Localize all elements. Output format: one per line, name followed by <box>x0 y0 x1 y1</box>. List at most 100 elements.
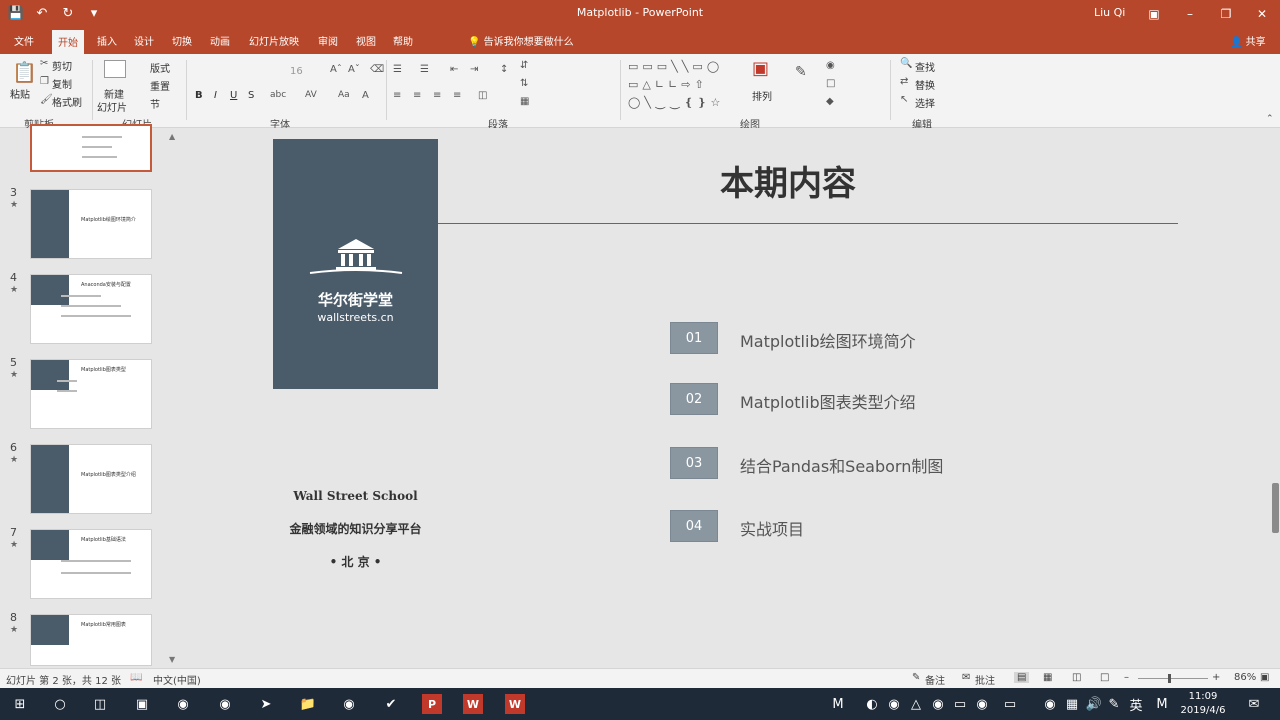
spellcheck-icon[interactable]: 📖 <box>130 672 142 683</box>
line-spacing-icon[interactable]: ↕ <box>500 64 508 75</box>
language-indicator[interactable]: 中文(中国) <box>153 672 201 687</box>
agenda-item-03[interactable]: 结合Pandas和Seaborn制图 <box>740 453 943 477</box>
replace-button[interactable]: 替换 <box>915 77 935 92</box>
tray-icon[interactable]: ◉ <box>972 694 992 714</box>
user-name[interactable]: Liu Qi <box>1094 6 1125 19</box>
text-direction-icon[interactable]: ⇵ <box>520 60 528 71</box>
shapes-gallery-icon[interactable]: ▭▭▭╲╲▭◯ <box>628 60 723 73</box>
align-center-icon[interactable]: ≡ <box>413 90 421 101</box>
taskbar-app-icon[interactable]: ◉ <box>173 694 193 714</box>
paste-button[interactable]: 粘贴 <box>10 86 30 101</box>
cut-button[interactable]: 剪切 <box>52 58 72 73</box>
format-painter-button[interactable]: 格式刷 <box>52 94 82 109</box>
wps-icon[interactable]: W <box>463 694 483 714</box>
tab-home[interactable]: 开始 <box>52 30 84 54</box>
align-right-icon[interactable]: ≡ <box>433 90 441 101</box>
file-explorer-icon[interactable]: 📁 <box>298 694 318 714</box>
chrome-icon[interactable]: ◉ <box>339 694 359 714</box>
slide-thumbnail-2[interactable] <box>30 124 152 172</box>
tray-icon[interactable]: ◉ <box>928 694 948 714</box>
normal-view-icon[interactable]: ▤ <box>1014 672 1030 683</box>
agenda-number-01[interactable]: 01 <box>670 322 718 354</box>
slide-thumbnail-3[interactable]: Matplotlib绘图环境简介 <box>30 189 152 259</box>
copy-button[interactable]: 复制 <box>52 76 72 91</box>
slide-thumbnail-6[interactable]: Matplotlib图表类型介绍 <box>30 444 152 514</box>
close-icon[interactable]: ✕ <box>1244 0 1280 28</box>
scroll-up-icon[interactable]: ▲ <box>169 132 175 141</box>
slide-scrollbar[interactable] <box>1271 128 1280 668</box>
scrollbar-thumb[interactable] <box>1272 483 1279 533</box>
shape-effects-icon[interactable]: ◆ <box>826 96 834 107</box>
slide-sorter-icon[interactable]: ▦ <box>1043 672 1052 683</box>
zoom-out-icon[interactable]: – <box>1124 672 1129 683</box>
decrease-font-icon[interactable]: Aˇ <box>348 64 360 75</box>
volume-icon[interactable]: 🔊 <box>1084 694 1104 714</box>
char-spacing-icon[interactable]: AV <box>305 90 317 100</box>
tab-view[interactable]: 视图 <box>356 33 376 48</box>
align-left-icon[interactable]: ≡ <box>393 90 401 101</box>
new-slide-icon[interactable] <box>104 60 126 78</box>
agenda-number-04[interactable]: 04 <box>670 510 718 542</box>
slide-thumbnails-pane[interactable]: ▲ 3 ★ Matplotlib绘图环境简介 4 ★ Anaconda安装与配置… <box>0 124 180 668</box>
clear-format-icon[interactable]: ⌫ <box>370 64 384 75</box>
tell-me-search[interactable]: 💡 告诉我你想要做什么 <box>468 33 574 48</box>
shadow-icon[interactable]: abc <box>270 90 286 100</box>
quick-styles-icon[interactable]: ✎ <box>795 64 807 80</box>
bullets-icon[interactable]: ☰ <box>393 64 402 75</box>
zoom-level[interactable]: 86% <box>1234 672 1256 683</box>
slide-thumbnail-4[interactable]: Anaconda安装与配置 <box>30 274 152 344</box>
ribbon-display-options-icon[interactable]: ▣ <box>1136 0 1172 28</box>
logo-card[interactable]: 华尔街学堂 wallstreets.cn <box>273 139 438 389</box>
font-color-icon[interactable]: A <box>362 90 369 101</box>
taskbar-app-icon[interactable]: ➤ <box>256 694 276 714</box>
reading-view-icon[interactable]: ◫ <box>1072 672 1081 683</box>
tray-icon[interactable]: ◉ <box>1040 694 1060 714</box>
taskbar-app-icon[interactable]: ✔ <box>381 694 401 714</box>
new-slide-dropdown[interactable]: 幻灯片 <box>97 99 127 114</box>
find-icon[interactable]: 🔍 <box>900 58 912 69</box>
font-size-input[interactable]: 16 <box>290 66 303 77</box>
slide-thumbnail-7[interactable]: Matplotlib基础语法 <box>30 529 152 599</box>
smartart-icon[interactable]: ▦ <box>520 96 529 107</box>
pen-icon[interactable]: ✎ <box>1104 694 1124 714</box>
tray-icon[interactable]: ▭ <box>950 694 970 714</box>
decrease-indent-icon[interactable]: ⇤ <box>450 64 458 75</box>
clock[interactable]: 11:09 2019/4/6 <box>1180 690 1226 718</box>
comments-button[interactable]: 批注 <box>975 672 995 687</box>
task-view-icon[interactable]: ◫ <box>90 694 110 714</box>
agenda-number-03[interactable]: 03 <box>670 447 718 479</box>
powerpoint-icon[interactable]: P <box>422 694 442 714</box>
slide-canvas[interactable]: 华尔街学堂 wallstreets.cn Wall Street School … <box>180 128 1270 668</box>
shape-fill-icon[interactable]: ◉ <box>826 60 835 71</box>
slide-title[interactable]: 本期内容 <box>720 156 856 205</box>
strikethrough-button[interactable]: S <box>248 90 254 101</box>
zoom-slider-thumb[interactable] <box>1168 674 1171 683</box>
tab-design[interactable]: 设计 <box>134 33 154 48</box>
increase-indent-icon[interactable]: ⇥ <box>470 64 478 75</box>
slideshow-view-icon[interactable]: □ <box>1100 672 1109 683</box>
tray-icon[interactable]: M <box>1152 694 1172 714</box>
scroll-down-icon[interactable]: ▼ <box>169 655 175 664</box>
shape-outline-icon[interactable]: □ <box>826 78 835 89</box>
tab-transitions[interactable]: 切换 <box>172 33 192 48</box>
arrange-icon[interactable]: ▣ <box>752 58 769 79</box>
notifications-icon[interactable]: ✉ <box>1244 694 1264 714</box>
cortana-icon[interactable]: ○ <box>50 694 70 714</box>
align-text-icon[interactable]: ⇅ <box>520 78 528 89</box>
layout-button[interactable]: 版式 <box>150 60 170 75</box>
justify-icon[interactable]: ≡ <box>453 90 461 101</box>
italic-button[interactable]: I <box>214 90 217 101</box>
agenda-item-04[interactable]: 实战项目 <box>740 516 804 540</box>
comments-icon[interactable]: ✉ <box>962 672 970 683</box>
increase-font-icon[interactable]: Aˆ <box>330 64 342 75</box>
bold-button[interactable]: B <box>195 90 203 101</box>
collapse-ribbon-icon[interactable]: ⌃ <box>1266 114 1274 124</box>
tab-file[interactable]: 文件 <box>14 33 34 48</box>
windows-start-icon[interactable]: ⊞ <box>10 694 30 714</box>
shapes-gallery-icon[interactable]: ▭△∟∟⇨⇧ <box>628 78 708 91</box>
maximize-icon[interactable]: ❐ <box>1208 0 1244 28</box>
zoom-slider[interactable] <box>1138 678 1208 679</box>
arrange-button[interactable]: 排列 <box>752 88 772 103</box>
fit-slide-icon[interactable]: ▣ <box>1260 672 1269 683</box>
select-button[interactable]: 选择 <box>915 95 935 110</box>
